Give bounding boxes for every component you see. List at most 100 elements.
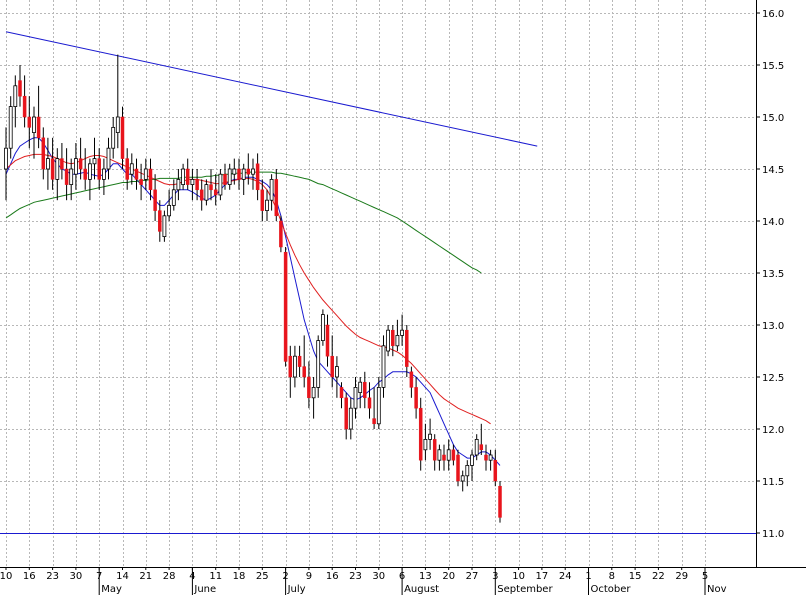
candle-body xyxy=(465,464,470,477)
x-tick-label: 21 xyxy=(139,571,152,582)
candle-body xyxy=(325,324,330,357)
candle-body xyxy=(428,433,433,440)
candle-body xyxy=(405,329,409,367)
candle xyxy=(320,309,325,346)
candle-body xyxy=(470,454,474,466)
x-tick-label: 18 xyxy=(233,571,246,582)
x-tick-label: 23 xyxy=(46,571,59,582)
y-tick-label: 15.0 xyxy=(762,113,784,124)
candle-body xyxy=(120,116,125,159)
candle-body xyxy=(307,376,311,399)
candle-body xyxy=(348,407,353,430)
candle-body xyxy=(367,397,372,409)
candle-body xyxy=(102,168,106,180)
candle-body xyxy=(269,178,274,201)
candle-body xyxy=(381,345,386,388)
x-tick-label: 9 xyxy=(306,571,312,582)
candle-body xyxy=(88,163,92,180)
candle-body xyxy=(139,179,143,185)
candle-body xyxy=(442,454,446,461)
candle-body xyxy=(414,387,418,409)
x-tick-label: 29 xyxy=(675,571,688,582)
y-tick-label: 13.0 xyxy=(762,321,784,332)
candle-body xyxy=(260,189,265,211)
y-tick-label: 16.0 xyxy=(762,9,784,20)
candle-body xyxy=(148,168,153,191)
candle-body xyxy=(460,475,465,482)
candle-body xyxy=(32,116,36,134)
candle xyxy=(418,397,423,471)
x-tick-label: 20 xyxy=(442,571,455,582)
candle-body xyxy=(83,168,87,180)
month-label: July xyxy=(287,584,306,595)
candle-body xyxy=(302,366,306,378)
y-tick-label: 14.5 xyxy=(762,165,784,176)
x-tick-label: 27 xyxy=(466,571,479,582)
candle-body xyxy=(358,381,363,394)
month-label: October xyxy=(591,584,632,595)
x-tick-label: 15 xyxy=(629,571,642,582)
candle-body xyxy=(241,168,246,180)
candle-body xyxy=(218,173,223,196)
candle-body xyxy=(4,147,8,170)
candle-body xyxy=(213,189,218,196)
x-tick-label: 30 xyxy=(372,571,385,582)
x-tick-label: 10 xyxy=(512,571,525,582)
x-tick-label: 10 xyxy=(0,571,12,582)
candle-body xyxy=(55,158,60,180)
candle-body xyxy=(255,163,260,191)
y-tick-label: 15.5 xyxy=(762,61,784,72)
candle-body xyxy=(297,355,302,367)
candle-body xyxy=(288,355,293,378)
candle-body xyxy=(330,355,334,378)
candle-body xyxy=(64,168,69,185)
candle-body xyxy=(456,454,460,482)
candle xyxy=(498,481,502,523)
candle xyxy=(283,247,288,367)
candle-body xyxy=(60,158,64,170)
candle-body xyxy=(386,329,391,352)
candle-body xyxy=(409,371,414,388)
candle-body xyxy=(418,407,423,461)
x-tick-label: 17 xyxy=(536,571,549,582)
candle-body xyxy=(27,116,32,128)
y-tick-label: 11.0 xyxy=(762,529,784,540)
candle-body xyxy=(195,179,199,191)
candle-body xyxy=(115,116,120,134)
y-tick-label: 12.5 xyxy=(762,373,784,384)
x-tick-label: 28 xyxy=(163,571,176,582)
candle-body xyxy=(274,179,279,217)
candle-body xyxy=(432,439,437,461)
candle-body xyxy=(451,449,456,461)
candle-body xyxy=(13,85,18,108)
candle-body xyxy=(69,168,74,186)
candle-body xyxy=(344,397,348,430)
x-tick-label: 16 xyxy=(23,571,36,582)
candle-body xyxy=(479,444,484,451)
candle-body xyxy=(176,178,181,191)
candle-body xyxy=(204,184,209,201)
candle-body xyxy=(446,449,451,461)
stock-chart: 11.0 11.5 12.0 12.5 13.0 13.5 14.0 14.5 15.0 15.5… xyxy=(0,0,806,595)
candle-body xyxy=(143,168,148,180)
candle-body xyxy=(376,386,381,425)
month-label: September xyxy=(497,584,553,595)
candle-body xyxy=(185,168,190,185)
candle-body xyxy=(129,163,134,175)
candle-body xyxy=(251,168,255,175)
candle-body xyxy=(237,168,241,180)
x-tick-label: 8 xyxy=(609,571,615,582)
candle-body xyxy=(171,189,176,206)
month-label: June xyxy=(193,584,216,595)
candle-body xyxy=(78,158,83,170)
candle-body xyxy=(363,381,367,399)
candle-body xyxy=(227,168,232,186)
candle-body xyxy=(372,418,376,425)
candle-body xyxy=(223,173,227,185)
x-tick-label: 14 xyxy=(116,571,129,582)
candle-body xyxy=(153,189,157,211)
candle-body xyxy=(106,147,111,170)
candle-body xyxy=(316,340,321,388)
candle-body xyxy=(395,334,400,347)
candle-body xyxy=(488,454,493,461)
